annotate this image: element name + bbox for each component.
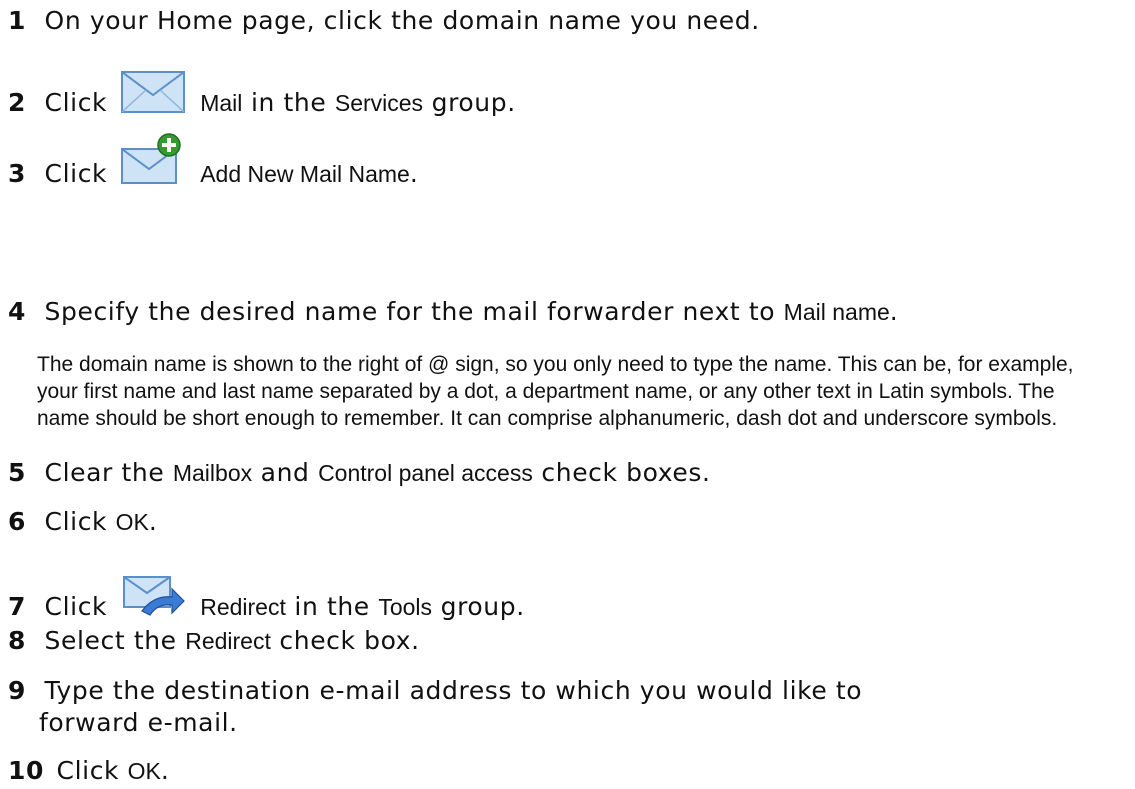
ui-term-mail-name: Mail name: [783, 299, 890, 325]
step-4-note: The domain name is shown to the right of…: [37, 353, 1074, 430]
step-text: Click: [56, 756, 120, 785]
step-text: forward e-mail.: [39, 708, 238, 737]
step-text: check box.: [279, 626, 420, 655]
step-number: 2: [8, 88, 26, 117]
step-text: Specify the desired name for the mail fo…: [44, 297, 776, 326]
add-mail-icon: [120, 133, 181, 184]
ui-term-redirect: Redirect: [200, 594, 286, 620]
mail-icon: [120, 71, 185, 113]
step-8: 8 Select the Redirect check box.: [8, 626, 420, 655]
step-number: 5: [8, 458, 26, 487]
ui-term-mail: Mail: [200, 90, 243, 116]
step-text: Click: [44, 88, 108, 117]
ui-term-redirect: Redirect: [185, 628, 271, 654]
step-text: Select the: [44, 626, 177, 655]
step-text: Click: [44, 592, 108, 621]
ui-term-services: Services: [334, 90, 424, 116]
step-text: Type the destination e-mail address to w…: [44, 676, 863, 705]
step-4: 4 Specify the desired name for the mail …: [8, 297, 898, 326]
step-2: 2 Click Mail in the Services group.: [8, 69, 516, 117]
ui-term-ok: OK: [127, 758, 161, 784]
step-text: Clear the: [44, 458, 165, 487]
step-number: 10: [8, 756, 44, 785]
step-number: 1: [8, 6, 26, 35]
step-number: 7: [8, 592, 26, 621]
step-text: check boxes.: [541, 458, 711, 487]
step-text: On your Home page, click the domain name…: [44, 6, 760, 35]
step-text: Click: [44, 159, 108, 188]
step-text: .: [148, 507, 158, 536]
step-number: 4: [8, 297, 26, 326]
redirect-icon: [122, 576, 185, 616]
step-number: 3: [8, 159, 26, 188]
step-text: group.: [440, 592, 525, 621]
step-6: 6 Click OK.: [8, 507, 157, 536]
step-1: 1 On your Home page, click the domain na…: [8, 6, 760, 35]
step-text: in the: [294, 592, 370, 621]
step-5: 5 Clear the Mailbox and Control panel ac…: [8, 458, 711, 487]
step-text: group.: [431, 88, 516, 117]
ui-term-mailbox: Mailbox: [172, 460, 253, 486]
ui-term-control-panel-access: Control panel access: [318, 460, 533, 486]
ui-term-tools: Tools: [378, 594, 433, 620]
step-text: Click: [44, 507, 108, 536]
step-number: 8: [8, 626, 26, 655]
step-3: 3 Click Add New Mail Name.: [8, 132, 418, 188]
step-7: 7 Click Redirect in the Tools group.: [8, 573, 525, 621]
step-text: in the: [250, 88, 327, 117]
step-text: and: [260, 458, 310, 487]
step-text: .: [409, 159, 419, 188]
step-9-continued: forward e-mail.: [39, 708, 238, 737]
step-text: .: [160, 756, 170, 785]
step-number: 9: [8, 676, 26, 705]
step-number: 6: [8, 507, 26, 536]
ui-term-ok: OK: [115, 509, 149, 535]
step-10: 10 Click OK.: [8, 756, 169, 785]
step-9: 9 Type the destination e-mail address to…: [8, 676, 862, 705]
ui-term-add-new-mail-name: Add New Mail Name: [200, 161, 410, 187]
step-text: .: [889, 297, 899, 326]
